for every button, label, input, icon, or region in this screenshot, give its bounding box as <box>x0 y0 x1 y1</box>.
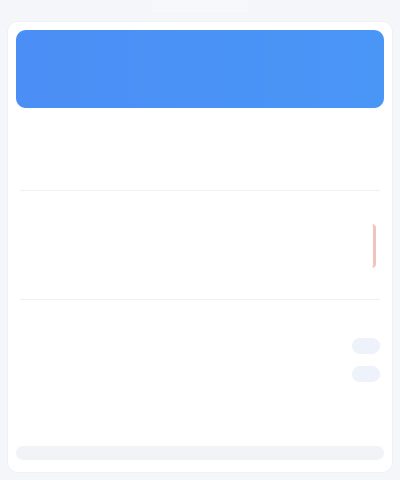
header-banner <box>16 30 384 108</box>
summary-row <box>8 108 392 190</box>
details-list <box>155 229 352 264</box>
panel-row-2-chip[interactable] <box>352 366 380 382</box>
summary-label-1 <box>22 126 135 136</box>
edge-indicator-icon <box>366 224 376 268</box>
panel-row-1-chip[interactable] <box>352 338 380 354</box>
details-right <box>352 224 380 268</box>
summary-item-3 <box>265 126 378 180</box>
details-left <box>20 244 155 249</box>
main-card <box>8 22 392 472</box>
info-panel <box>8 300 392 388</box>
bottom-bar <box>16 446 384 460</box>
panel-row-2 <box>20 360 380 388</box>
summary-item-2 <box>143 126 256 180</box>
top-strip <box>152 0 248 12</box>
page <box>0 0 400 480</box>
summary-label-3 <box>265 126 378 136</box>
summary-label-2 <box>143 126 256 136</box>
footer-section <box>8 388 392 416</box>
details-section <box>8 191 392 299</box>
summary-item-1 <box>22 126 135 180</box>
panel-row-1 <box>20 332 380 360</box>
